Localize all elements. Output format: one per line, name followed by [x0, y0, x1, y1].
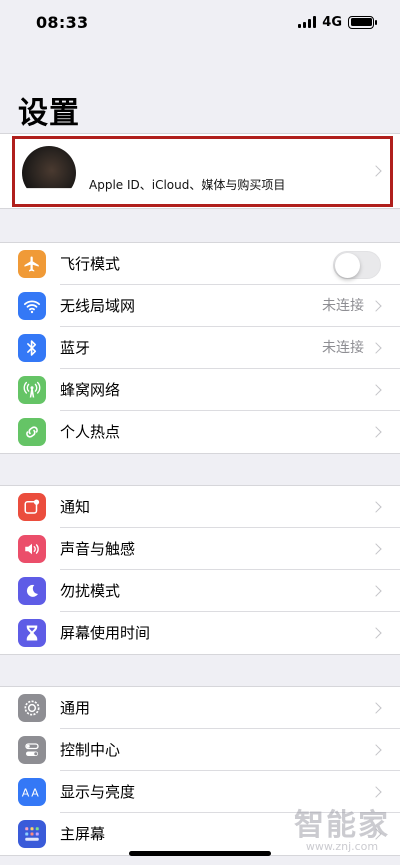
- row-screen-time[interactable]: 屏幕使用时间: [0, 612, 400, 654]
- chevron-right-icon: [370, 786, 382, 798]
- home-screen-icon: [18, 820, 46, 848]
- status-bar: 08:33 4G: [0, 0, 400, 44]
- sound-icon: [18, 535, 46, 563]
- chevron-right-icon: [370, 342, 382, 354]
- chevron-right-icon: [370, 426, 382, 438]
- row-label: 通用: [60, 699, 91, 717]
- row-label: 屏幕使用时间: [60, 624, 151, 642]
- status-indicators: 4G: [298, 14, 377, 30]
- row-label: 通知: [60, 498, 91, 516]
- row-value: 未连接: [322, 298, 364, 314]
- chevron-right-icon: [370, 744, 382, 756]
- watermark-text: 智能家: [294, 808, 390, 843]
- chevron-right-icon: [370, 585, 382, 597]
- row-label: 声音与触感: [60, 540, 136, 558]
- row-sounds[interactable]: 声音与触感: [0, 528, 400, 570]
- row-control-center[interactable]: 控制中心: [0, 729, 400, 771]
- watermark: 智能家 www.znj.com: [294, 800, 390, 853]
- battery-icon: [348, 15, 377, 29]
- notification-icon: [18, 493, 46, 521]
- row-general[interactable]: 通用: [0, 687, 400, 729]
- chevron-right-icon: [370, 627, 382, 639]
- signal-icon: [298, 16, 317, 28]
- row-label: 蓝牙: [60, 339, 91, 357]
- network-type: 4G: [322, 14, 342, 30]
- row-do-not-disturb[interactable]: 勿扰模式: [0, 570, 400, 612]
- svg-text:A: A: [31, 786, 39, 799]
- row-label: 勿扰模式: [60, 582, 121, 600]
- row-label: 蜂窝网络: [60, 381, 121, 399]
- row-notifications[interactable]: 通知: [0, 486, 400, 528]
- chevron-right-icon: [370, 300, 382, 312]
- chevron-right-icon: [370, 384, 382, 396]
- control-center-icon: [18, 736, 46, 764]
- gear-icon: [18, 694, 46, 722]
- row-label: 无线局域网: [60, 297, 136, 315]
- home-indicator[interactable]: [129, 851, 271, 856]
- row-bluetooth[interactable]: 蓝牙 未连接: [0, 327, 400, 369]
- airplane-mode-toggle[interactable]: [333, 251, 381, 279]
- row-label: 显示与亮度: [60, 783, 136, 801]
- row-label: 主屏幕: [60, 825, 106, 843]
- row-wifi[interactable]: 无线局域网 未连接: [0, 285, 400, 327]
- row-cellular[interactable]: 蜂窝网络: [0, 369, 400, 411]
- page-title: 设置: [18, 96, 80, 131]
- airplane-icon: [18, 250, 46, 278]
- chevron-right-icon: [370, 501, 382, 513]
- row-airplane-mode[interactable]: 飞行模式: [0, 243, 400, 285]
- status-time: 08:33: [36, 12, 89, 32]
- display-icon: AA: [18, 778, 46, 806]
- hourglass-icon: [18, 619, 46, 647]
- chevron-right-icon: [370, 702, 382, 714]
- cellular-icon: [18, 376, 46, 404]
- bluetooth-icon: [18, 334, 46, 362]
- moon-icon: [18, 577, 46, 605]
- settings-group-connectivity: 飞行模式 无线局域网 未连接 蓝牙 未连接 蜂窝网络 个人热点: [0, 242, 400, 454]
- chevron-right-icon: [370, 543, 382, 555]
- svg-text:A: A: [22, 786, 30, 799]
- row-label: 飞行模式: [60, 255, 121, 273]
- wifi-icon: [18, 292, 46, 320]
- row-label: 个人热点: [60, 423, 121, 441]
- watermark-url: www.znj.com: [305, 840, 379, 853]
- highlight-box: [12, 136, 393, 207]
- row-label: 控制中心: [60, 741, 121, 759]
- row-value: 未连接: [322, 340, 364, 356]
- row-hotspot[interactable]: 个人热点: [0, 411, 400, 453]
- hotspot-icon: [18, 418, 46, 446]
- settings-group-notifications: 通知 声音与触感 勿扰模式 屏幕使用时间: [0, 485, 400, 655]
